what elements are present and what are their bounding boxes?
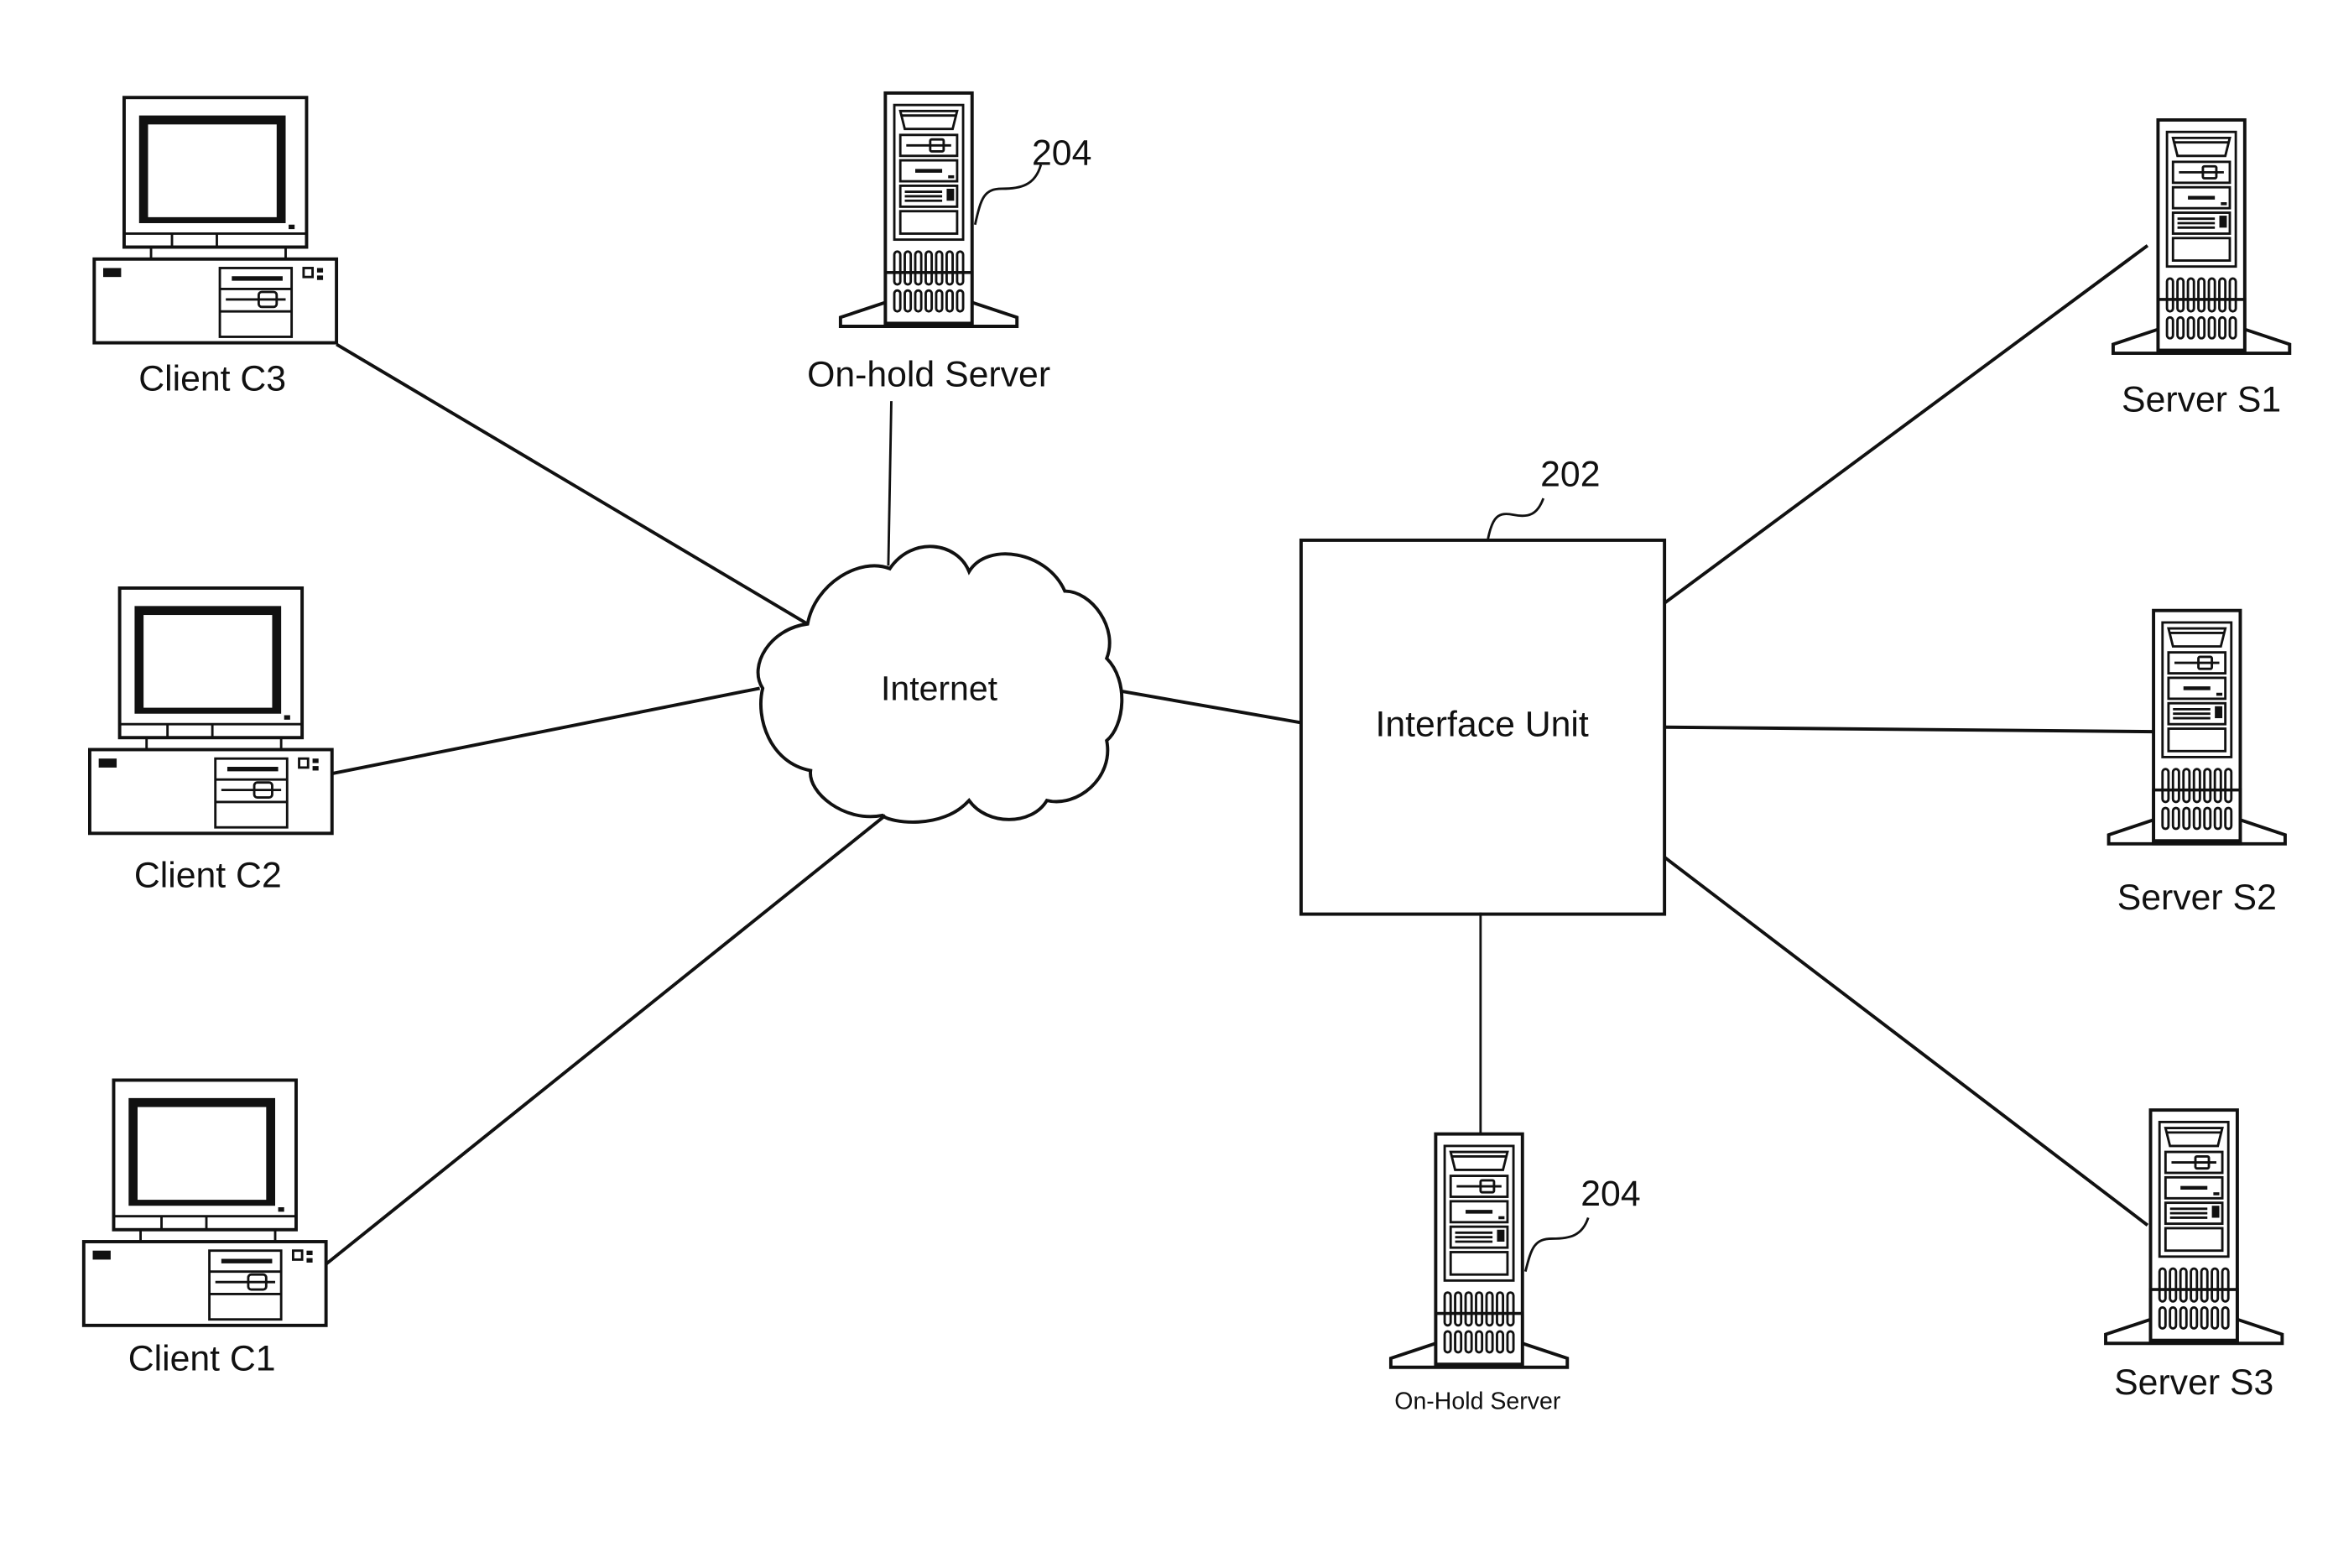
link-c2-internet: [331, 686, 760, 775]
ref-leader-202: [1487, 497, 1545, 539]
onhold-server-bottom-label: On-Hold Server: [1394, 1388, 1561, 1415]
server-tower-icon: [2109, 611, 2285, 844]
server-s2[interactable]: Server S2: [2109, 611, 2285, 919]
server-s2-label: Server S2: [2117, 878, 2277, 918]
client-c3[interactable]: Client C3: [94, 97, 336, 399]
ref-leader-204-bottom: [1523, 1216, 1590, 1273]
internet-label: Internet: [881, 669, 998, 708]
server-tower-icon: [2106, 1110, 2282, 1343]
server-s3-label: Server S3: [2114, 1362, 2273, 1403]
network-diagram: Internet Interface Unit 202 Client C3 Cl…: [0, 0, 2333, 1415]
internet-cloud[interactable]: Internet: [756, 544, 1124, 824]
onhold-server-bottom[interactable]: On-Hold Server 204: [1391, 1134, 1641, 1415]
link-interface-s2: [1664, 725, 2154, 734]
link-c3-internet: [336, 342, 809, 626]
ref-204-top: 204: [1032, 133, 1091, 173]
onhold-server-top[interactable]: On-hold Server 204: [807, 93, 1091, 394]
server-s3[interactable]: Server S3: [2106, 1110, 2282, 1403]
server-tower-icon: [1391, 1134, 1567, 1367]
client-c1[interactable]: Client C1: [84, 1080, 326, 1378]
ref-leader-204-top: [973, 164, 1043, 226]
server-tower-icon: [2113, 120, 2289, 353]
ref-204-bottom: 204: [1581, 1174, 1640, 1214]
server-tower-icon: [841, 93, 1017, 326]
client-c3-label: Client C3: [138, 359, 286, 399]
link-interface-s3: [1663, 856, 2149, 1227]
server-s1-label: Server S1: [2122, 380, 2281, 420]
onhold-server-top-label: On-hold Server: [807, 354, 1050, 394]
desktop-computer-icon: [84, 1080, 326, 1325]
link-interface-s1: [1663, 244, 2149, 605]
desktop-computer-icon: [94, 97, 336, 342]
client-c1-label: Client C1: [128, 1338, 276, 1378]
interface-unit[interactable]: Interface Unit 202: [1299, 455, 1667, 916]
server-s1[interactable]: Server S1: [2113, 120, 2289, 420]
ref-202: 202: [1540, 455, 1600, 495]
interface-unit-label: Interface Unit: [1375, 704, 1588, 744]
desktop-computer-icon: [90, 588, 332, 833]
link-c1-internet: [325, 814, 887, 1266]
client-c2[interactable]: Client C2: [90, 588, 332, 896]
link-internet-interface: [1121, 690, 1302, 725]
client-c2-label: Client C2: [134, 856, 282, 896]
link-onhold-internet: [887, 401, 893, 566]
connections: [325, 244, 2154, 1266]
